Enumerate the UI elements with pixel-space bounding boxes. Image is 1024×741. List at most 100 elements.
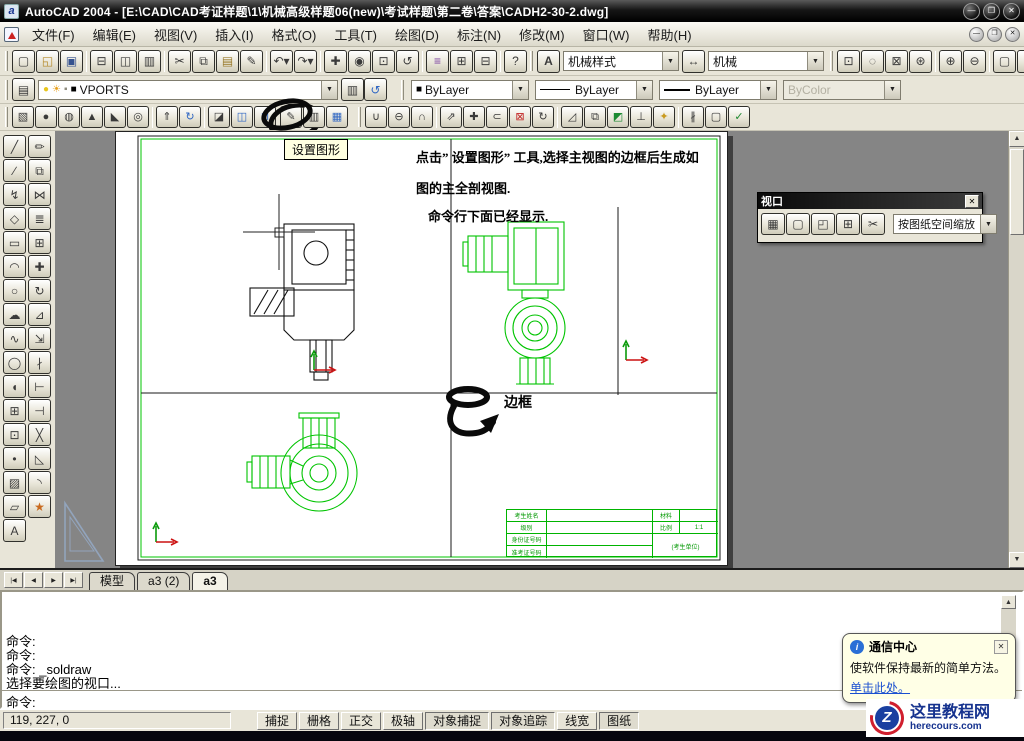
menu-item[interactable]: 文件(F) <box>23 23 84 46</box>
status-toggle[interactable]: 对象追踪 <box>491 712 555 730</box>
polygonal-viewport-icon[interactable]: ◰ <box>811 213 835 235</box>
pan-icon[interactable]: ✚ <box>324 50 347 73</box>
wedge-icon[interactable]: ◣ <box>104 106 126 128</box>
menu-item[interactable]: 修改(M) <box>510 23 574 46</box>
zoom-window-icon[interactable]: ⊡ <box>372 50 395 73</box>
balloon-link[interactable]: 单击此处。 <box>850 679 910 696</box>
layer-select[interactable]: ● ☀ ▪ ■ VPORTS ▼ <box>38 80 338 100</box>
zoom-extents-icon[interactable]: ▢ <box>993 50 1016 73</box>
layer-states-icon[interactable]: ▥ <box>341 78 364 101</box>
status-toggle[interactable]: 栅格 <box>299 712 339 730</box>
trim-icon[interactable]: ∤ <box>28 351 51 374</box>
zoom-out-icon[interactable]: ⊖ <box>963 50 986 73</box>
revcloud-icon[interactable]: ☁ <box>3 303 26 326</box>
dim-style-icon[interactable]: ↔ <box>682 50 705 73</box>
scale-icon[interactable]: ⊿ <box>28 303 51 326</box>
status-toggle[interactable]: 线宽 <box>557 712 597 730</box>
status-toggle[interactable]: 正交 <box>341 712 381 730</box>
menu-item[interactable]: 工具(T) <box>325 23 386 46</box>
region-icon[interactable]: ▱ <box>3 495 26 518</box>
scroll-up-icon[interactable]: ▲ <box>1001 595 1016 609</box>
copy-object-icon[interactable]: ⧉ <box>28 159 51 182</box>
publish-icon[interactable]: ▥ <box>138 50 161 73</box>
color-faces-icon[interactable]: ◩ <box>607 106 629 128</box>
matchprop-icon[interactable]: ✎ <box>240 50 263 73</box>
toolbar-grip[interactable] <box>5 107 8 127</box>
menu-item[interactable]: 窗口(W) <box>574 23 639 46</box>
arc-icon[interactable]: ◠ <box>3 255 26 278</box>
status-toggle[interactable]: 对象捕捉 <box>425 712 489 730</box>
toolbar-grip[interactable] <box>530 51 533 71</box>
line-icon[interactable]: ╱ <box>3 135 26 158</box>
viewport-scale-select[interactable]: 按图纸空间缩放 ▼ <box>893 214 997 234</box>
point-icon[interactable]: • <box>3 447 26 470</box>
extend-icon[interactable]: ⊢ <box>28 375 51 398</box>
tab-first-button[interactable]: |◀ <box>4 572 23 588</box>
cut-icon[interactable]: ✂ <box>168 50 191 73</box>
polygon-icon[interactable]: ◇ <box>3 207 26 230</box>
scroll-up-icon[interactable]: ▲ <box>1009 131 1024 147</box>
chevron-down-icon[interactable]: ▼ <box>662 52 678 70</box>
menu-item[interactable]: 格式(O) <box>263 23 326 46</box>
intersect-icon[interactable]: ∩ <box>411 106 433 128</box>
save-icon[interactable]: ▣ <box>60 50 83 73</box>
menu-item[interactable]: 绘图(D) <box>386 23 448 46</box>
tab-last-button[interactable]: ▶| <box>64 572 83 588</box>
text-style-select[interactable]: 机械样式 ▼ <box>563 51 679 71</box>
rotate-faces-icon[interactable]: ↻ <box>532 106 554 128</box>
lineweight-select[interactable]: ByLayer ▼ <box>659 80 777 100</box>
zoom-all-icon[interactable]: ⊛ <box>909 50 932 73</box>
rotate-icon[interactable]: ↻ <box>28 279 51 302</box>
layout-tab[interactable]: 模型 <box>89 572 135 590</box>
open-icon[interactable]: ◱ <box>36 50 59 73</box>
restore-button[interactable]: ❐ <box>983 3 1000 20</box>
circle-icon[interactable]: ○ <box>3 279 26 302</box>
extrude-faces-icon[interactable]: ⇗ <box>440 106 462 128</box>
status-toggle[interactable]: 捕捉 <box>257 712 297 730</box>
chevron-down-icon[interactable]: ▼ <box>321 81 337 99</box>
insert-block-icon[interactable]: ⊞ <box>3 399 26 422</box>
offset-faces-icon[interactable]: ⊂ <box>486 106 508 128</box>
undo-icon[interactable]: ↶▾ <box>270 50 293 73</box>
child-close-button[interactable]: ✕ <box>1005 27 1020 42</box>
section-icon[interactable]: ◫ <box>231 106 253 128</box>
stretch-icon[interactable]: ⇲ <box>28 327 51 350</box>
tab-next-button[interactable]: ▶ <box>44 572 63 588</box>
close-icon[interactable]: ✕ <box>965 195 979 208</box>
torus-icon[interactable]: ◎ <box>127 106 149 128</box>
mtext-icon[interactable]: A <box>3 519 26 542</box>
close-button[interactable]: ✕ <box>1003 3 1020 20</box>
color-select[interactable]: ■ ByLayer ▼ <box>411 80 529 100</box>
vertical-scrollbar[interactable]: ▲ ▼ <box>1008 131 1024 568</box>
scroll-down-icon[interactable]: ▼ <box>1009 552 1024 568</box>
zoom-realtime-icon[interactable]: ◉ <box>348 50 371 73</box>
zoom-scale-icon[interactable]: ⊠ <box>885 50 908 73</box>
linetype-select[interactable]: ByLayer ▼ <box>535 80 653 100</box>
redo-icon[interactable]: ↷▾ <box>294 50 317 73</box>
copy-icon[interactable]: ⧉ <box>192 50 215 73</box>
layer-manager-icon[interactable]: ▤ <box>12 78 35 101</box>
pan-realtime-icon[interactable]: ✥ <box>1017 50 1024 73</box>
clip-viewport-icon[interactable]: ✂ <box>861 213 885 235</box>
designcenter-icon[interactable]: ⊞ <box>450 50 473 73</box>
child-minimize-button[interactable]: — <box>969 27 984 42</box>
paste-icon[interactable]: ▤ <box>216 50 239 73</box>
hatch-icon[interactable]: ▨ <box>3 471 26 494</box>
help-icon[interactable]: ? <box>504 50 527 73</box>
dim-style-select[interactable]: 机械 ▼ <box>708 51 824 71</box>
make-block-icon[interactable]: ⊡ <box>3 423 26 446</box>
rectangle-icon[interactable]: ▭ <box>3 231 26 254</box>
taper-faces-icon[interactable]: ◿ <box>561 106 583 128</box>
chamfer-icon[interactable]: ◺ <box>28 447 51 470</box>
mirror-icon[interactable]: ⋈ <box>28 183 51 206</box>
union-icon[interactable]: ∪ <box>365 106 387 128</box>
clean-icon[interactable]: ✦ <box>653 106 675 128</box>
move-icon[interactable]: ✚ <box>28 255 51 278</box>
break-point-icon[interactable]: ⊣ <box>28 399 51 422</box>
explode-icon[interactable]: ★ <box>28 495 51 518</box>
ellipse-arc-icon[interactable]: ◖ <box>3 375 26 398</box>
properties-icon[interactable]: ≡ <box>426 50 449 73</box>
chevron-down-icon[interactable]: ▼ <box>760 81 776 99</box>
revolve-icon[interactable]: ↻ <box>179 106 201 128</box>
minimize-button[interactable]: — <box>963 3 980 20</box>
